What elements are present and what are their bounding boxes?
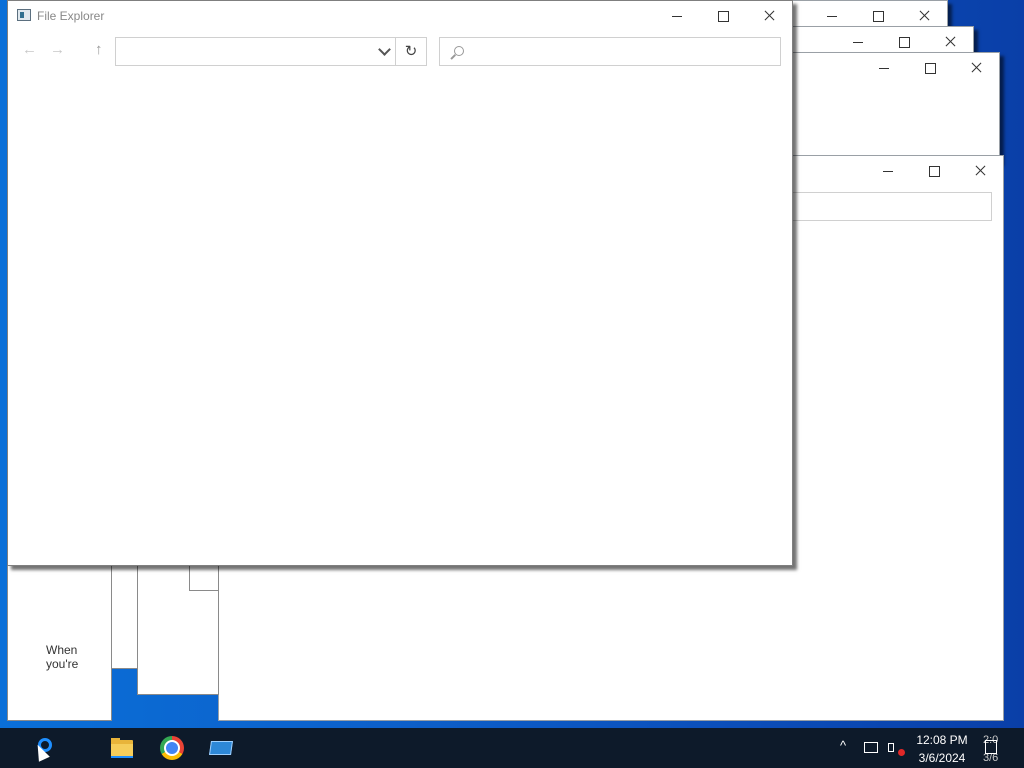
close-button[interactable] <box>746 1 792 31</box>
chrome-icon[interactable] <box>160 736 184 760</box>
minimize-button[interactable] <box>865 156 911 186</box>
minimize-button[interactable] <box>861 53 907 83</box>
app-taskbar-icon[interactable] <box>209 741 233 755</box>
maximize-button[interactable] <box>700 1 746 31</box>
chevron-down-icon[interactable] <box>378 43 391 56</box>
background-window-3[interactable] <box>790 52 1000 162</box>
up-arrow-icon[interactable]: ↑ <box>95 41 103 58</box>
maximize-button[interactable] <box>911 156 957 186</box>
minimize-button[interactable] <box>654 1 700 31</box>
clock-date: 3/6/2024 <box>918 751 966 765</box>
file-explorer-taskbar-icon[interactable] <box>111 738 133 758</box>
search-icon <box>454 46 464 56</box>
forward-arrow-icon[interactable]: → <box>50 41 65 58</box>
window-controls <box>861 53 999 83</box>
volume-muted-icon[interactable] <box>888 740 905 756</box>
window-controls <box>865 156 1003 186</box>
close-button[interactable] <box>957 156 1003 186</box>
refresh-icon: ↻ <box>404 43 418 60</box>
back-arrow-icon[interactable]: ← <box>22 41 37 58</box>
window-title: File Explorer <box>37 9 105 23</box>
search-box[interactable] <box>779 192 992 221</box>
tray-chevron-icon[interactable]: ^ <box>840 738 846 753</box>
refresh-button[interactable]: ↻ <box>396 37 427 66</box>
partial-window-text: When you're <box>46 643 79 671</box>
file-explorer-icon <box>17 9 31 21</box>
action-center-icon[interactable] <box>985 740 997 754</box>
file-explorer-window[interactable]: File Explorer ← → ↑ ↻ <box>7 0 793 566</box>
window-controls <box>654 1 792 31</box>
address-bar[interactable] <box>115 37 396 66</box>
network-icon[interactable] <box>864 742 878 753</box>
clock-time: 12:08 PM <box>916 733 968 747</box>
close-button[interactable] <box>953 53 999 83</box>
background-window-left[interactable]: When you're <box>7 560 112 721</box>
search-input[interactable] <box>439 37 781 66</box>
maximize-button[interactable] <box>907 53 953 83</box>
title-bar[interactable]: File Explorer <box>8 1 792 31</box>
taskbar-clock[interactable]: 12:08 PM 3/6/2024 <box>914 731 970 767</box>
